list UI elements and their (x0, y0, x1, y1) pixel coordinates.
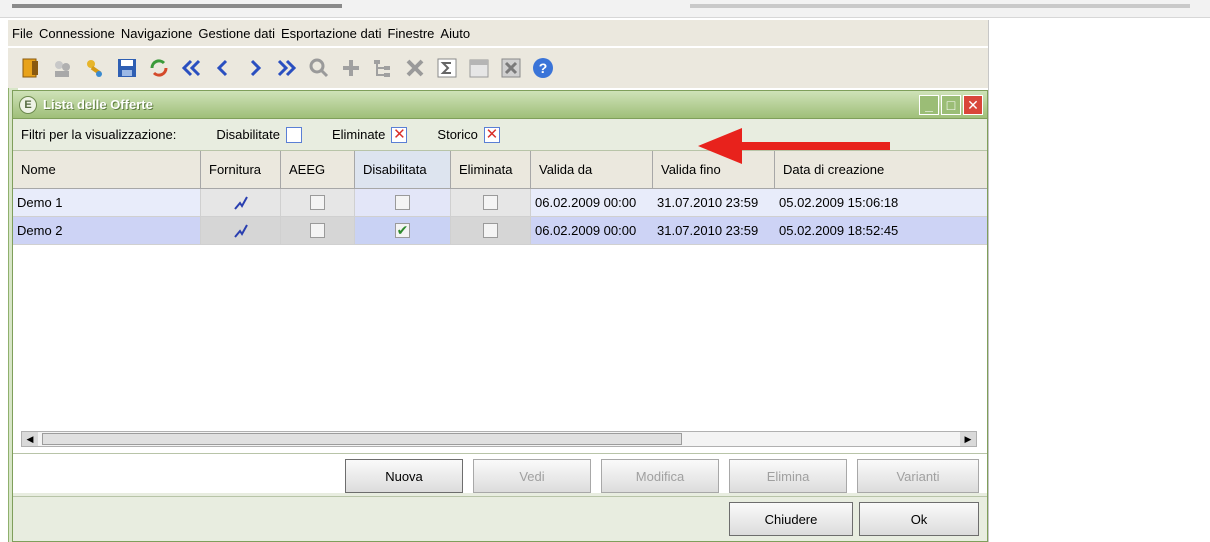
sum-icon[interactable] (434, 55, 460, 81)
menu-gestione-dati[interactable]: Gestione dati (198, 26, 275, 41)
filter-eliminate: Eliminate ✕ (331, 126, 408, 143)
disabilitata-checkbox-checked: ✔ (395, 222, 410, 238)
toolbar: ? (8, 48, 988, 88)
help-icon[interactable]: ? (530, 55, 556, 81)
filter-storico-label: Storico (437, 127, 478, 142)
nuova-button[interactable]: Nuova (345, 459, 463, 493)
column-header-eliminata[interactable]: Eliminata (451, 151, 531, 189)
gas-supply-icon (201, 189, 281, 216)
next-icon[interactable] (242, 55, 268, 81)
cell-valida-fino: 31.07.2010 23:59 (653, 217, 775, 244)
svg-text:?: ? (539, 60, 548, 76)
gas-supply-icon (201, 217, 281, 244)
window-title: Lista delle Offerte (43, 97, 153, 112)
maximize-button[interactable]: □ (941, 95, 961, 115)
filter-disabilitate-checkbox[interactable] (285, 126, 302, 143)
cell-aeeg (281, 217, 355, 244)
varianti-button[interactable]: Varianti (857, 459, 979, 493)
table-row[interactable]: Demo 1 06.02.2009 00:00 31.07.2010 23:59… (13, 189, 987, 217)
disabilitata-checkbox (395, 195, 410, 210)
menu-navigazione[interactable]: Navigazione (121, 26, 193, 41)
elimina-button[interactable]: Elimina (729, 459, 847, 493)
first-icon[interactable] (178, 55, 204, 81)
cell-valida-da: 06.02.2009 00:00 (531, 189, 653, 216)
calendar-icon[interactable] (466, 55, 492, 81)
menu-aiuto[interactable]: Aiuto (440, 26, 470, 41)
red-arrow-annotation (698, 128, 890, 164)
cell-data-creazione: 05.02.2009 18:52:45 (775, 217, 987, 244)
desktop-background (988, 20, 1210, 542)
column-header-fornitura[interactable]: Fornitura (201, 151, 281, 189)
column-header-disabilitata[interactable]: Disabilitata (355, 151, 451, 189)
cell-disabilitata: ✔ (355, 217, 451, 244)
add-icon[interactable] (338, 55, 364, 81)
menu-bar: File Connessione Navigazione Gestione da… (8, 20, 988, 46)
key-icon[interactable] (82, 55, 108, 81)
eliminata-checkbox (483, 223, 498, 238)
close-icon[interactable]: ✕ (963, 95, 983, 115)
filter-eliminate-label: Eliminate (331, 127, 386, 142)
table-row[interactable]: Demo 2 ✔ 06.02.2009 00:00 31.07.2010 23:… (13, 217, 987, 245)
cell-nome: Demo 1 (13, 189, 201, 216)
scrollbar-thumb[interactable] (42, 433, 682, 445)
excel-icon[interactable] (498, 55, 524, 81)
modifica-button[interactable]: Modifica (601, 459, 719, 493)
cell-valida-fino: 31.07.2010 23:59 (653, 189, 775, 216)
cell-eliminata (451, 217, 531, 244)
aeeg-checkbox (310, 195, 325, 210)
cell-valida-da: 06.02.2009 00:00 (531, 217, 653, 244)
exit-icon[interactable] (18, 55, 44, 81)
horizontal-scrollbar[interactable]: ◀ ▶ (21, 431, 977, 447)
scroll-left-icon[interactable]: ◀ (22, 432, 38, 446)
column-header-nome[interactable]: Nome (13, 151, 201, 189)
filter-disabilitate-label: Disabilitate (216, 127, 280, 142)
cell-eliminata (451, 189, 531, 216)
menu-file[interactable]: File (12, 26, 33, 41)
delete-icon[interactable] (402, 55, 428, 81)
tree-icon[interactable] (370, 55, 396, 81)
window-titlebar[interactable]: E Lista delle Offerte _ □ ✕ (13, 91, 987, 119)
chiudere-button[interactable]: Chiudere (729, 502, 853, 536)
ok-button[interactable]: Ok (859, 502, 979, 536)
cell-aeeg (281, 189, 355, 216)
column-header-valida-da[interactable]: Valida da (531, 151, 653, 189)
users-icon[interactable] (50, 55, 76, 81)
minimize-button[interactable]: _ (919, 95, 939, 115)
app-logo-icon: E (19, 95, 37, 114)
filter-storico: Storico ✕ (437, 126, 500, 143)
menu-esportazione-dati[interactable]: Esportazione dati (281, 26, 381, 41)
filter-storico-checkbox[interactable]: ✕ (483, 126, 500, 143)
dialog-button-bar: Chiudere Ok (13, 497, 987, 541)
vedi-button[interactable]: Vedi (473, 459, 591, 493)
filter-eliminate-checkbox[interactable]: ✕ (391, 126, 408, 143)
cell-nome: Demo 2 (13, 217, 201, 244)
search-icon[interactable] (306, 55, 332, 81)
action-button-bar: Nuova Vedi Modifica Elimina Varianti (13, 453, 987, 497)
filter-disabilitate: Disabilitate (216, 126, 302, 143)
column-header-aeeg[interactable]: AEEG (281, 151, 355, 189)
last-icon[interactable] (274, 55, 300, 81)
save-icon[interactable] (114, 55, 140, 81)
menu-connessione[interactable]: Connessione (39, 26, 115, 41)
eliminata-checkbox (483, 195, 498, 210)
cell-disabilitata (355, 189, 451, 216)
prev-icon[interactable] (210, 55, 236, 81)
refresh-icon[interactable] (146, 55, 172, 81)
cell-data-creazione: 05.02.2009 15:06:18 (775, 189, 987, 216)
menu-finestre[interactable]: Finestre (387, 26, 434, 41)
aeeg-checkbox (310, 223, 325, 238)
filter-label: Filtri per la visualizzazione: (21, 127, 177, 142)
scroll-right-icon[interactable]: ▶ (960, 432, 976, 446)
top-strip (0, 0, 1210, 18)
